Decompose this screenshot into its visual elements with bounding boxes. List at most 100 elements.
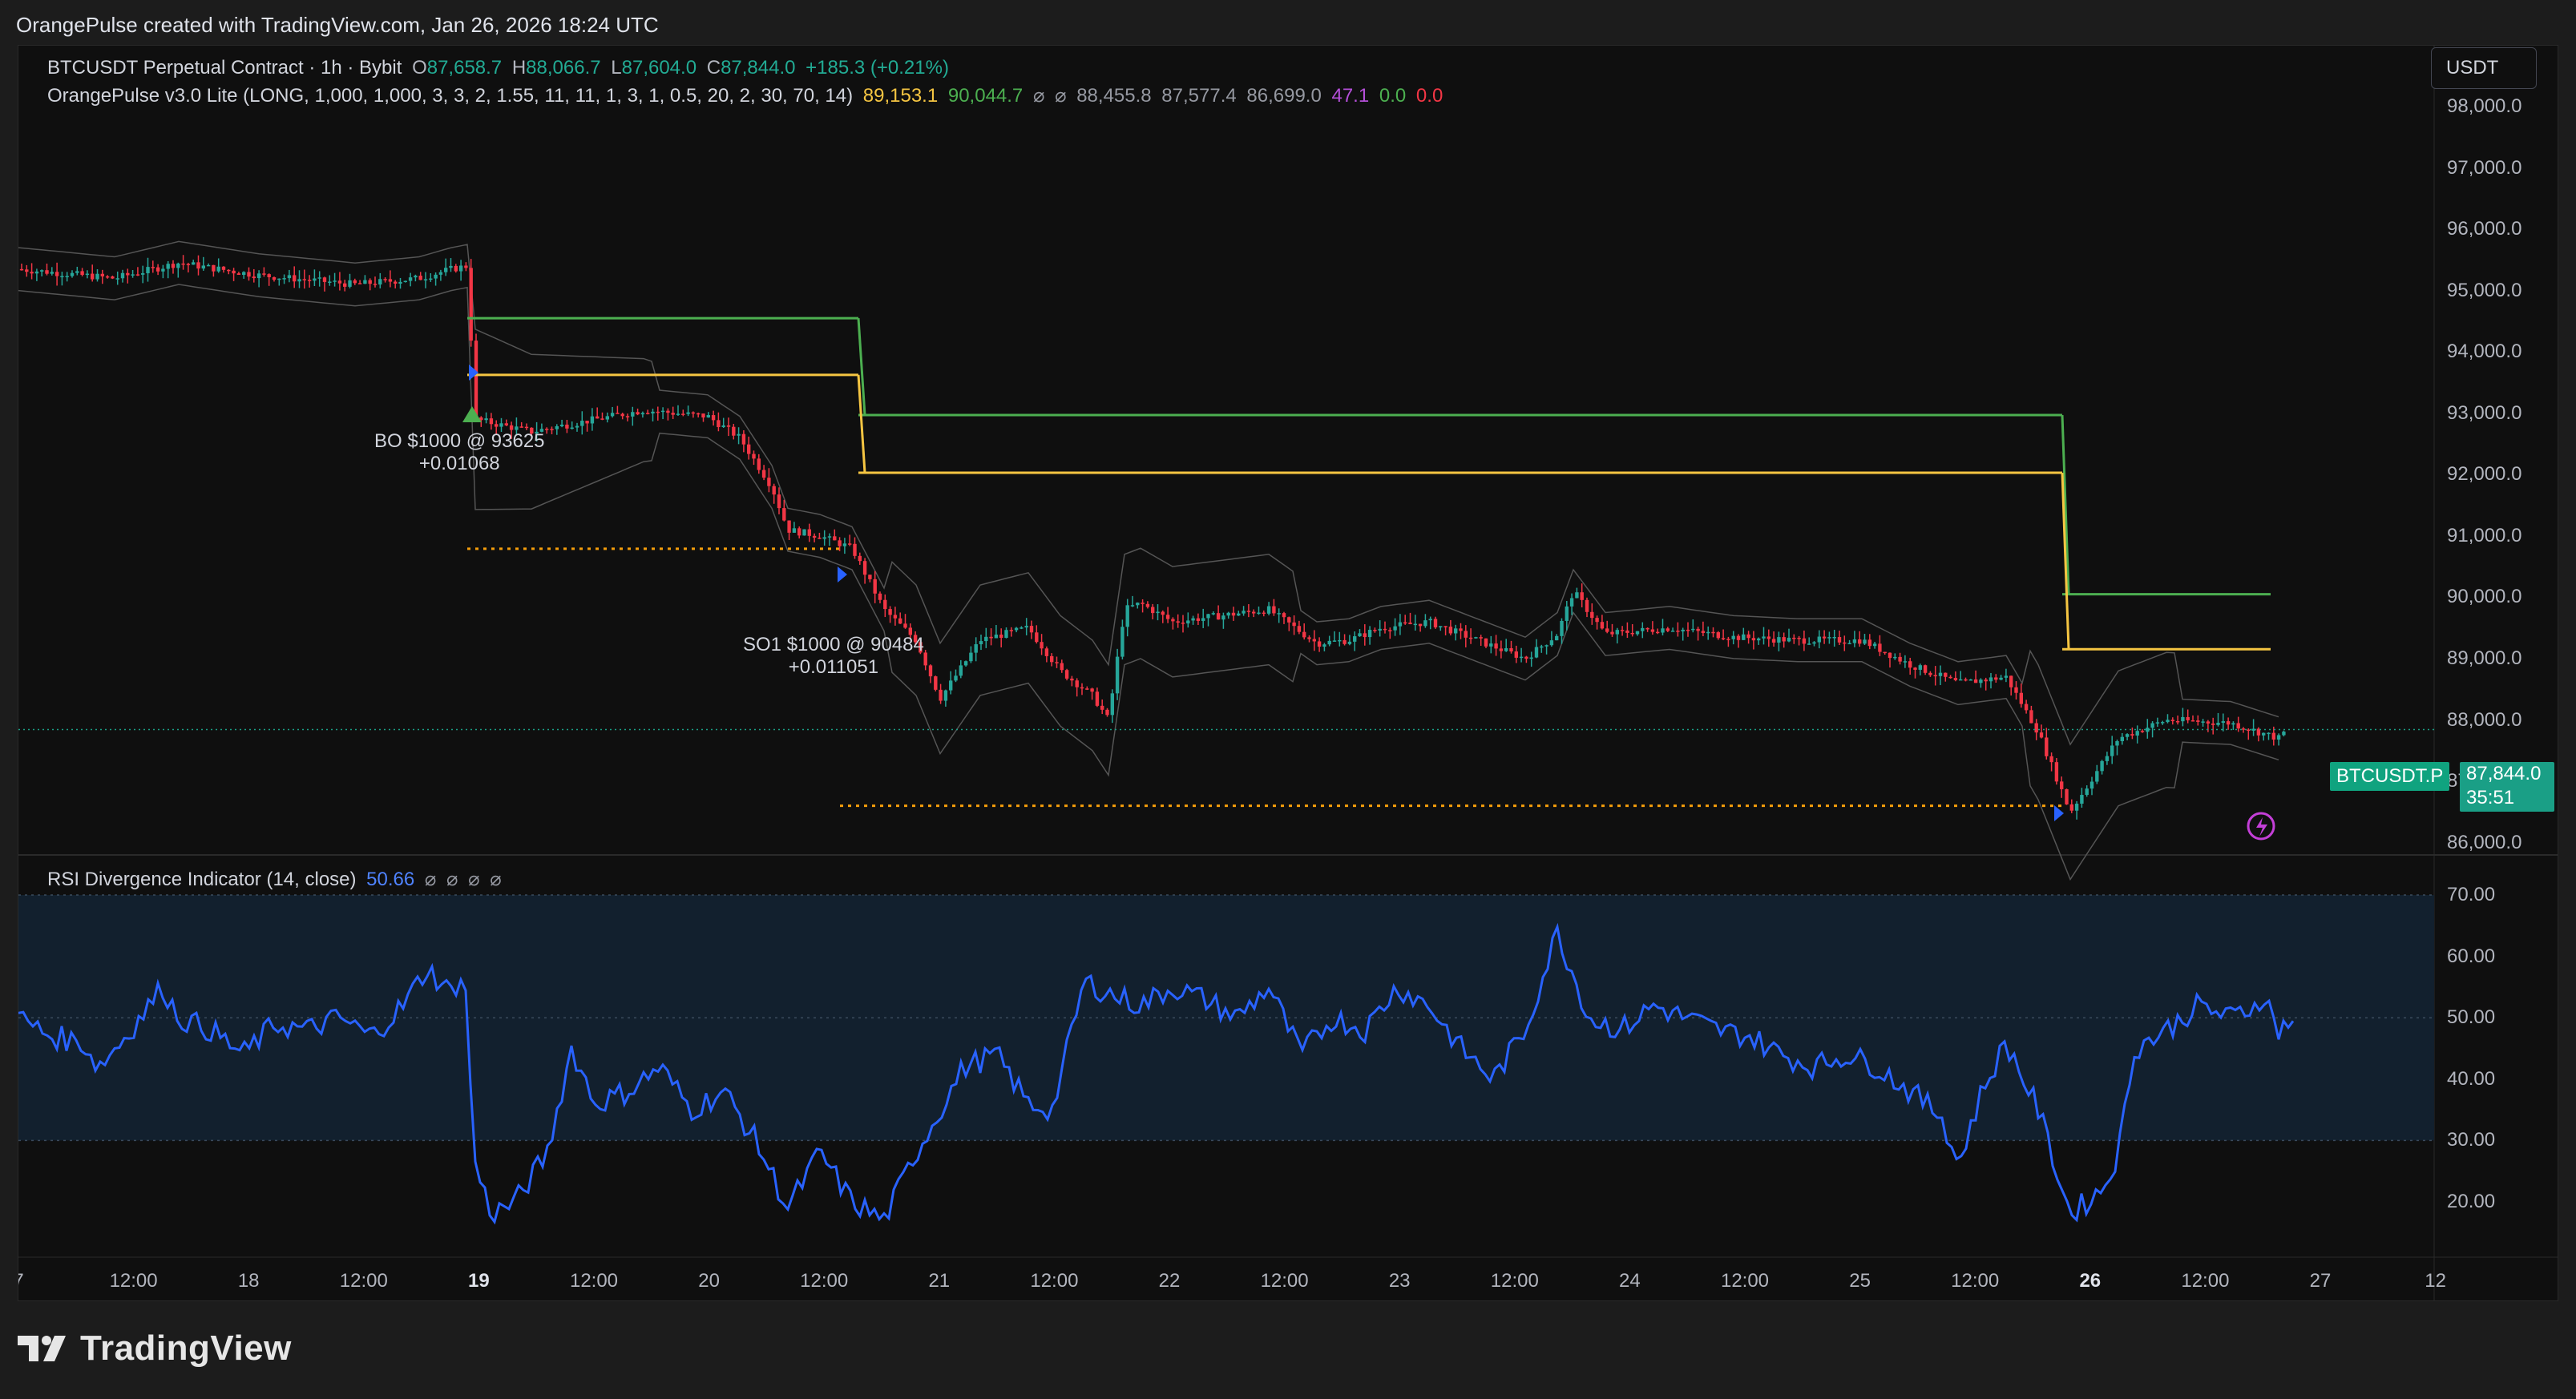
candle-body bbox=[1353, 636, 1357, 642]
chart-panel[interactable]: BTCUSDT Perpetual Contract · 1h · Bybit … bbox=[18, 45, 2558, 1301]
candle-body bbox=[1585, 599, 1589, 612]
candle-body bbox=[171, 264, 176, 268]
candle-body bbox=[1070, 678, 1074, 681]
candle-body bbox=[1817, 636, 1821, 643]
candle-body bbox=[484, 418, 488, 421]
symbol-title[interactable]: BTCUSDT Perpetual Contract · 1h · Bybit bbox=[47, 57, 402, 79]
candle-body bbox=[201, 265, 205, 269]
candle-body bbox=[495, 424, 499, 427]
candle-body bbox=[2140, 731, 2145, 732]
time-tick-label: 12 bbox=[2425, 1270, 2446, 1292]
candle-body bbox=[1171, 619, 1175, 622]
candle-body bbox=[1090, 688, 1094, 692]
candle-body bbox=[1716, 632, 1720, 639]
candle-body bbox=[1201, 618, 1205, 621]
close-value: 87,844.0 bbox=[721, 57, 796, 79]
safety-order-label: SO1 $1000 @ 90484 bbox=[743, 634, 924, 655]
candle-body bbox=[105, 276, 110, 278]
price-tick-label: 98,000.0 bbox=[2447, 95, 2522, 117]
time-tick-label: 20 bbox=[698, 1270, 720, 1292]
candle-body bbox=[883, 599, 887, 610]
candle-body bbox=[2181, 716, 2185, 722]
candle-body bbox=[1999, 677, 2003, 680]
candle-body bbox=[2080, 795, 2084, 804]
candle-body bbox=[1519, 656, 1524, 659]
candle-body bbox=[994, 635, 999, 639]
candle-body bbox=[934, 676, 938, 690]
candle-body bbox=[1226, 612, 1230, 616]
candle-body bbox=[838, 540, 842, 546]
candle-body bbox=[1504, 647, 1508, 651]
candle-body bbox=[1363, 633, 1367, 638]
price-tick-label: 92,000.0 bbox=[2447, 463, 2522, 486]
candle-body bbox=[1994, 677, 1998, 680]
candle-body bbox=[1721, 638, 1726, 639]
candle-body bbox=[373, 284, 378, 285]
tradingview-logo[interactable]: TradingView bbox=[18, 1328, 292, 1369]
candle-body bbox=[2100, 760, 2104, 772]
candle-body bbox=[1843, 642, 1847, 644]
candle-body bbox=[434, 274, 438, 279]
time-tick-label: 12:00 bbox=[1030, 1270, 1079, 1292]
candle-body bbox=[1681, 629, 1685, 632]
candle-body bbox=[1964, 679, 1968, 681]
candle-body bbox=[1696, 628, 1700, 631]
candle-body bbox=[1751, 638, 1756, 641]
candle-body bbox=[1191, 618, 1195, 621]
candle-body bbox=[206, 264, 211, 267]
candle-body bbox=[1388, 630, 1392, 631]
candle-body bbox=[19, 268, 24, 271]
candle-body bbox=[600, 418, 604, 420]
time-tick-label: 25 bbox=[1849, 1270, 1871, 1292]
candle-body bbox=[1358, 633, 1362, 637]
candle-body bbox=[1044, 648, 1049, 656]
open-label: O bbox=[412, 57, 427, 79]
candle-body bbox=[2170, 720, 2174, 722]
candle-body bbox=[30, 272, 34, 274]
candle-body bbox=[580, 421, 584, 426]
candle-body bbox=[1322, 644, 1326, 647]
price-tick-label: 88,000.0 bbox=[2447, 708, 2522, 731]
candle-body bbox=[1327, 640, 1331, 645]
candle-body bbox=[787, 520, 791, 533]
candle-body bbox=[1918, 665, 1922, 670]
candle-body bbox=[1837, 637, 1842, 643]
candle-body bbox=[969, 652, 973, 662]
candle-body bbox=[1433, 619, 1438, 628]
candle-body bbox=[656, 411, 660, 413]
candle-body bbox=[2221, 721, 2225, 724]
candle-body bbox=[1040, 642, 1044, 649]
candle-body bbox=[1923, 665, 1928, 673]
candle-body bbox=[2276, 735, 2281, 740]
candle-body bbox=[2226, 721, 2231, 725]
time-tick-label: 12:00 bbox=[1951, 1270, 2000, 1292]
candle-body bbox=[2247, 729, 2251, 732]
candle-body bbox=[1105, 709, 1109, 716]
candle-body bbox=[989, 636, 993, 639]
time-tick-label: 12:00 bbox=[339, 1270, 388, 1292]
candle-body bbox=[1615, 630, 1619, 635]
candle-body bbox=[45, 270, 49, 274]
indicator-value-1: 89,153.1 bbox=[862, 85, 939, 107]
candle-body bbox=[1206, 614, 1210, 619]
candle-body bbox=[1762, 636, 1766, 639]
candle-body bbox=[1736, 635, 1741, 640]
candle-body bbox=[65, 276, 69, 278]
candle-body bbox=[524, 426, 529, 429]
rsi-title[interactable]: RSI Divergence Indicator (14, close) bbox=[47, 869, 357, 890]
candle-body bbox=[1661, 628, 1665, 633]
candle-body bbox=[2120, 736, 2124, 742]
candle-body bbox=[963, 661, 968, 666]
chart-canvas[interactable] bbox=[18, 46, 2558, 1301]
candle-body bbox=[2089, 781, 2094, 789]
currency-selector[interactable]: USDT bbox=[2431, 47, 2537, 89]
indicator-title[interactable]: OrangePulse v3.0 Lite (LONG, 1,000, 1,00… bbox=[47, 85, 853, 107]
candle-body bbox=[363, 280, 367, 284]
candle-body bbox=[408, 277, 413, 281]
candle-body bbox=[620, 413, 624, 417]
candle-body bbox=[570, 427, 574, 429]
base-order-triangle bbox=[462, 406, 482, 422]
rsi-tick-label: 70.00 bbox=[2447, 884, 2496, 905]
candle-body bbox=[343, 283, 347, 287]
candle-body bbox=[186, 264, 191, 265]
